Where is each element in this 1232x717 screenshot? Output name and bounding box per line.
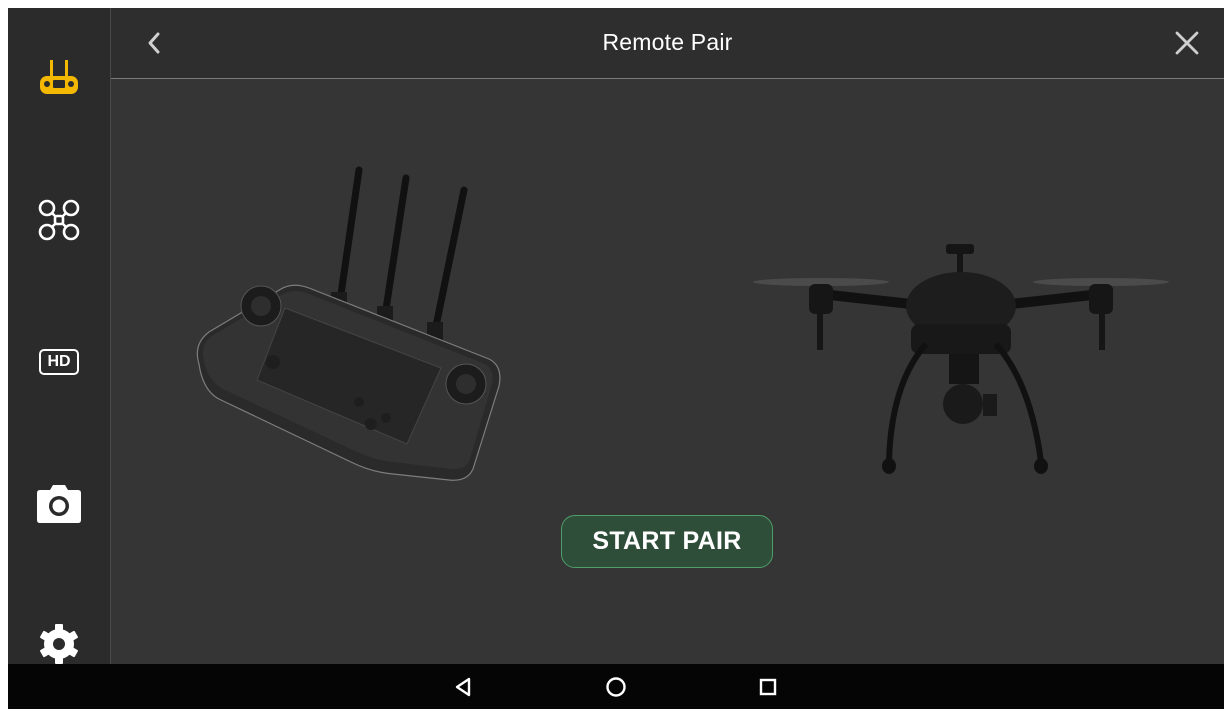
sidebar: HD [8, 8, 111, 664]
sidebar-item-hd-transmission[interactable]: HD [8, 330, 110, 394]
sidebar-item-drone[interactable] [8, 188, 110, 252]
app-screen: HD Remote Pair START PAIR [8, 8, 1224, 709]
back-icon [455, 677, 471, 697]
start-pair-button[interactable]: START PAIR [561, 515, 773, 568]
header-bar: Remote Pair [111, 8, 1224, 79]
home-icon [606, 677, 626, 697]
drone-icon [38, 199, 80, 241]
close-icon [1175, 31, 1199, 55]
sidebar-item-camera[interactable] [8, 472, 110, 536]
hd-icon-label: HD [47, 353, 71, 370]
sidebar-item-remote-controller[interactable] [8, 48, 110, 112]
pairing-content: START PAIR [111, 79, 1224, 664]
recents-icon [759, 678, 777, 696]
camera-icon [37, 485, 81, 523]
gear-icon [40, 624, 78, 664]
nav-home-button[interactable] [601, 672, 631, 702]
remote-controller-image [196, 166, 501, 481]
hd-icon: HD [39, 349, 79, 375]
nav-back-button[interactable] [448, 672, 478, 702]
page-title: Remote Pair [602, 29, 733, 55]
drone-image [753, 244, 1169, 474]
system-navigation-bar [8, 664, 1224, 709]
nav-recents-button[interactable] [753, 672, 783, 702]
close-button[interactable] [1170, 26, 1204, 60]
remote-controller-icon [40, 60, 78, 94]
